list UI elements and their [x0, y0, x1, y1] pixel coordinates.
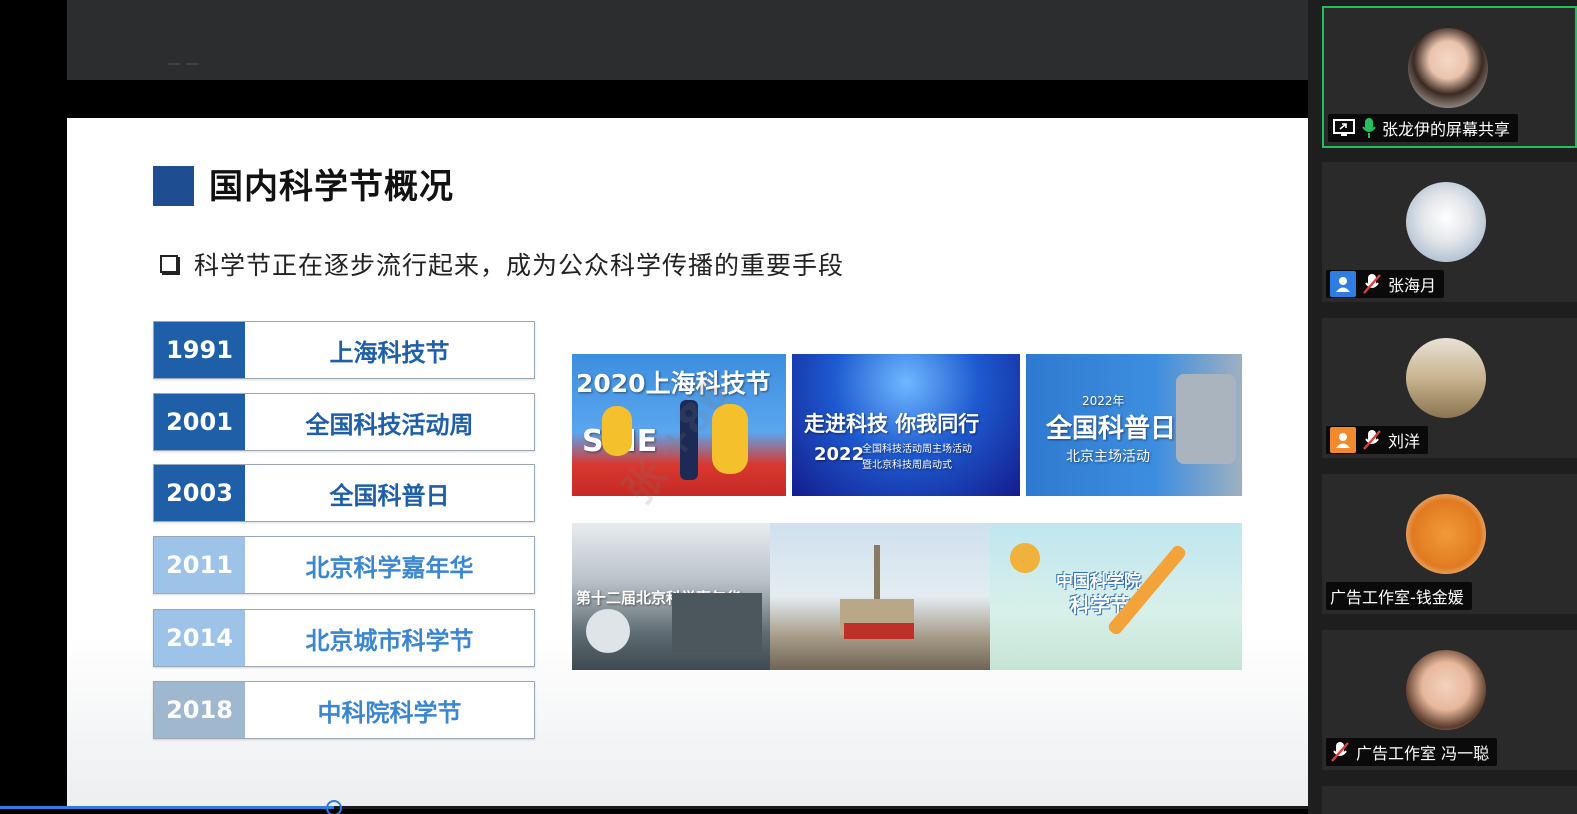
timeline-year: 1991: [154, 322, 245, 378]
shared-window-topbar: — —: [67, 0, 1308, 80]
participant-tile-liuyang[interactable]: 刘洋: [1322, 318, 1577, 458]
timeline-row-2001: 2001 全国科技活动周: [153, 393, 535, 451]
bullet-row: 科学节正在逐步流行起来，成为公众科学传播的重要手段: [160, 246, 844, 282]
slide-title: 国内科学节概况: [209, 167, 454, 207]
avatar: [1406, 338, 1486, 418]
name-bar: 刘洋: [1326, 426, 1429, 454]
timeline-label: 中科院科学节: [317, 698, 462, 727]
timeline-label: 全国科技活动周: [305, 410, 474, 439]
participant-name: 刘洋: [1388, 432, 1421, 451]
playback-progress-fill: [0, 806, 334, 809]
left-black-strip: [0, 0, 67, 814]
timeline-row-2018: 2018 中科院科学节: [153, 681, 535, 739]
building-shape: [672, 593, 762, 653]
name-bar: 广告工作室 冯一聪: [1326, 738, 1498, 766]
person-icon: [1330, 271, 1356, 297]
timeline-year: 2018: [154, 682, 245, 738]
name-bar: 张龙伊的屏幕共享: [1328, 114, 1519, 142]
avatar: [1406, 494, 1486, 574]
participant-tile-screen-share[interactable]: 张龙伊的屏幕共享: [1322, 6, 1577, 148]
microphone-muted-icon: [1362, 429, 1382, 451]
participant-name: 张海月: [1388, 276, 1437, 295]
name-bar: 广告工作室-钱金媛: [1326, 582, 1472, 610]
avatar: [1408, 28, 1488, 108]
stage-banner-shape: [844, 623, 914, 639]
bullet-checkbox-icon: [160, 255, 178, 273]
photo-cas-science-festival: 中国科学院 科学节: [990, 523, 1242, 670]
participant-name: 广告工作室 冯一聪: [1356, 744, 1490, 763]
mascot-left: [602, 406, 632, 456]
timeline-year: 2014: [154, 610, 245, 666]
timeline-label: 上海科技节: [329, 338, 450, 367]
photo-subtitle-2: 暨北京科技周启动式: [862, 460, 952, 471]
photo-caption: 走进科技 你我同行: [804, 412, 980, 436]
photo-national-science-day: 2022年 全国科普日 北京主场活动: [1026, 354, 1242, 496]
photo-year: 2022年: [1082, 394, 1125, 408]
presentation-slide: 国内科学节概况 科学节正在逐步流行起来，成为公众科学传播的重要手段 1991 上…: [67, 118, 1308, 808]
playback-progress-track[interactable]: [0, 800, 1308, 814]
meeting-window: — — 国内科学节概况 科学节正在逐步流行起来，成为公众科学传播的重要手段 19…: [0, 0, 1577, 814]
timeline-row-2003: 2003 全国科普日: [153, 464, 535, 522]
timeline-row-1991: 1991 上海科技节: [153, 321, 535, 379]
microphone-muted-icon: [1362, 273, 1382, 295]
photo-exhibition-hall: [770, 523, 990, 670]
participant-panel: 张龙伊的屏幕共享 张海月 刘洋 广告工作室-钱金媛 广告工作室 冯一聪: [1308, 0, 1577, 814]
topbar-faint-mark: — —: [167, 56, 200, 72]
screen-share-icon: [1332, 118, 1356, 138]
participant-name: 张龙伊的屏幕共享: [1382, 120, 1511, 139]
photo-subtitle: 北京主场活动: [1066, 449, 1150, 465]
timeline-row-2011: 2011 北京科学嘉年华: [153, 536, 535, 594]
timeline-year: 2003: [154, 465, 245, 521]
planet-shape: [1010, 543, 1040, 573]
name-bar: 张海月: [1326, 270, 1445, 298]
avatar: [1406, 182, 1486, 262]
timeline-label: 北京城市科学节: [305, 626, 474, 655]
photo-science-week-2022: 走进科技 你我同行 2022 全国科技活动周主场活动 暨北京科技周启动式: [792, 354, 1020, 496]
avatar: [1406, 650, 1486, 730]
title-marker-square: [153, 166, 194, 206]
timeline-year: 2011: [154, 537, 245, 593]
spire-shape: [874, 545, 880, 605]
photo-beijing-carnival: 第十二届北京科学嘉年华: [572, 523, 770, 670]
bullet-text: 科学节正在逐步流行起来，成为公众科学传播的重要手段: [194, 251, 845, 280]
playback-progress-knob[interactable]: [325, 800, 342, 814]
photo-caption: 全国科普日: [1046, 414, 1177, 444]
person-icon: [1330, 427, 1356, 453]
photo-year: 2022: [814, 444, 865, 465]
timeline-label: 北京科学嘉年华: [305, 553, 474, 582]
shared-screen-area: — — 国内科学节概况 科学节正在逐步流行起来，成为公众科学传播的重要手段 19…: [0, 0, 1308, 814]
microphone-muted-icon: [1330, 741, 1350, 763]
participant-name: 广告工作室-钱金媛: [1330, 588, 1464, 607]
participant-tile-partial[interactable]: [1322, 786, 1577, 814]
timeline-row-2014: 2014 北京城市科学节: [153, 609, 535, 667]
participant-tile-fengyicong[interactable]: 广告工作室 冯一聪: [1322, 630, 1577, 770]
participant-tile-zhanghaiyue[interactable]: 张海月: [1322, 162, 1577, 302]
timeline-label: 全国科普日: [329, 481, 450, 510]
microphone-on-icon: [1362, 117, 1376, 139]
timeline-year: 2001: [154, 394, 245, 450]
equipment-shape: [1176, 374, 1236, 464]
photo-subtitle-1: 全国科技活动周主场活动: [862, 444, 972, 455]
participant-tile-qianjinyuan[interactable]: 广告工作室-钱金媛: [1322, 474, 1577, 614]
dome-shape: [586, 609, 630, 653]
